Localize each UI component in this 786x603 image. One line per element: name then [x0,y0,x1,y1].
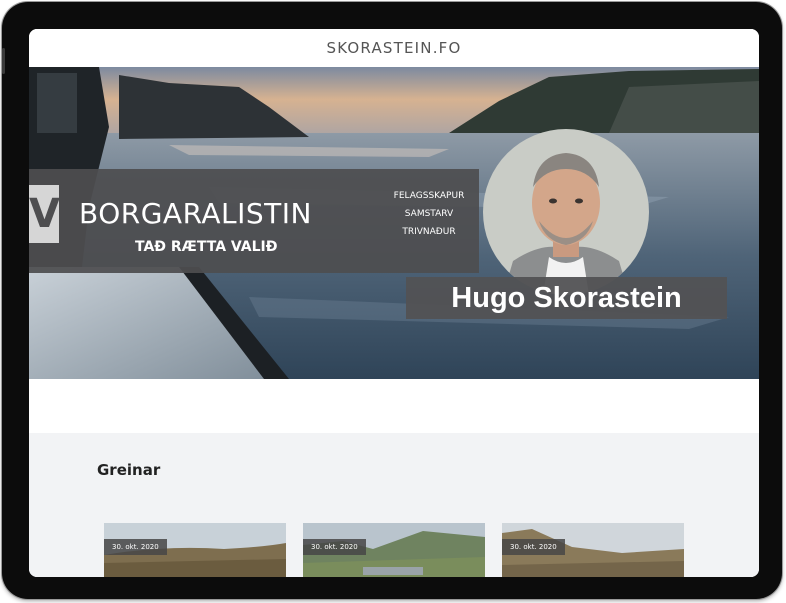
date-badge: 30. okt. 2020 [104,539,167,555]
date-badge: 30. okt. 2020 [303,539,366,555]
site-header: SKORASTEIN.FO [29,29,759,67]
tablet-side-button [2,48,5,74]
tablet-frame: SKORASTEIN.FO V BORGARALISTIN TAÐ RÆTTA … [2,2,782,599]
article-card[interactable]: 30. okt. 2020 [303,523,485,577]
party-logo: V [29,185,60,243]
section-title: Greinar [97,461,161,479]
screen: SKORASTEIN.FO V BORGARALISTIN TAÐ RÆTTA … [29,29,759,577]
date-badge: 30. okt. 2020 [502,539,565,555]
site-title[interactable]: SKORASTEIN.FO [326,39,461,57]
party-name: BORGARALISTIN [79,197,312,230]
value-item: FELAGSSKAPUR [393,191,465,201]
article-card[interactable]: 30. okt. 2020 [502,523,684,577]
hero-banner: V BORGARALISTIN TAÐ RÆTTA VALIÐ FELAGSSK… [29,67,759,379]
article-card[interactable]: 30. okt. 2020 [104,523,286,577]
party-values: FELAGSSKAPUR SAMSTARV TRIVNAÐUR [387,187,471,241]
articles-section: Greinar 30. okt. 2020 30. okt. 2020 30. … [29,433,759,577]
party-slogan: TAÐ RÆTTA VALIÐ [135,239,278,255]
value-item: TRIVNAÐUR [402,227,456,237]
value-item: SAMSTARV [404,209,454,219]
candidate-portrait [483,129,649,295]
candidate-name-plate: Hugo Skorastein [406,277,727,319]
party-banner: V BORGARALISTIN TAÐ RÆTTA VALIÐ FELAGSSK… [29,169,479,273]
candidate-name: Hugo Skorastein [451,281,682,314]
